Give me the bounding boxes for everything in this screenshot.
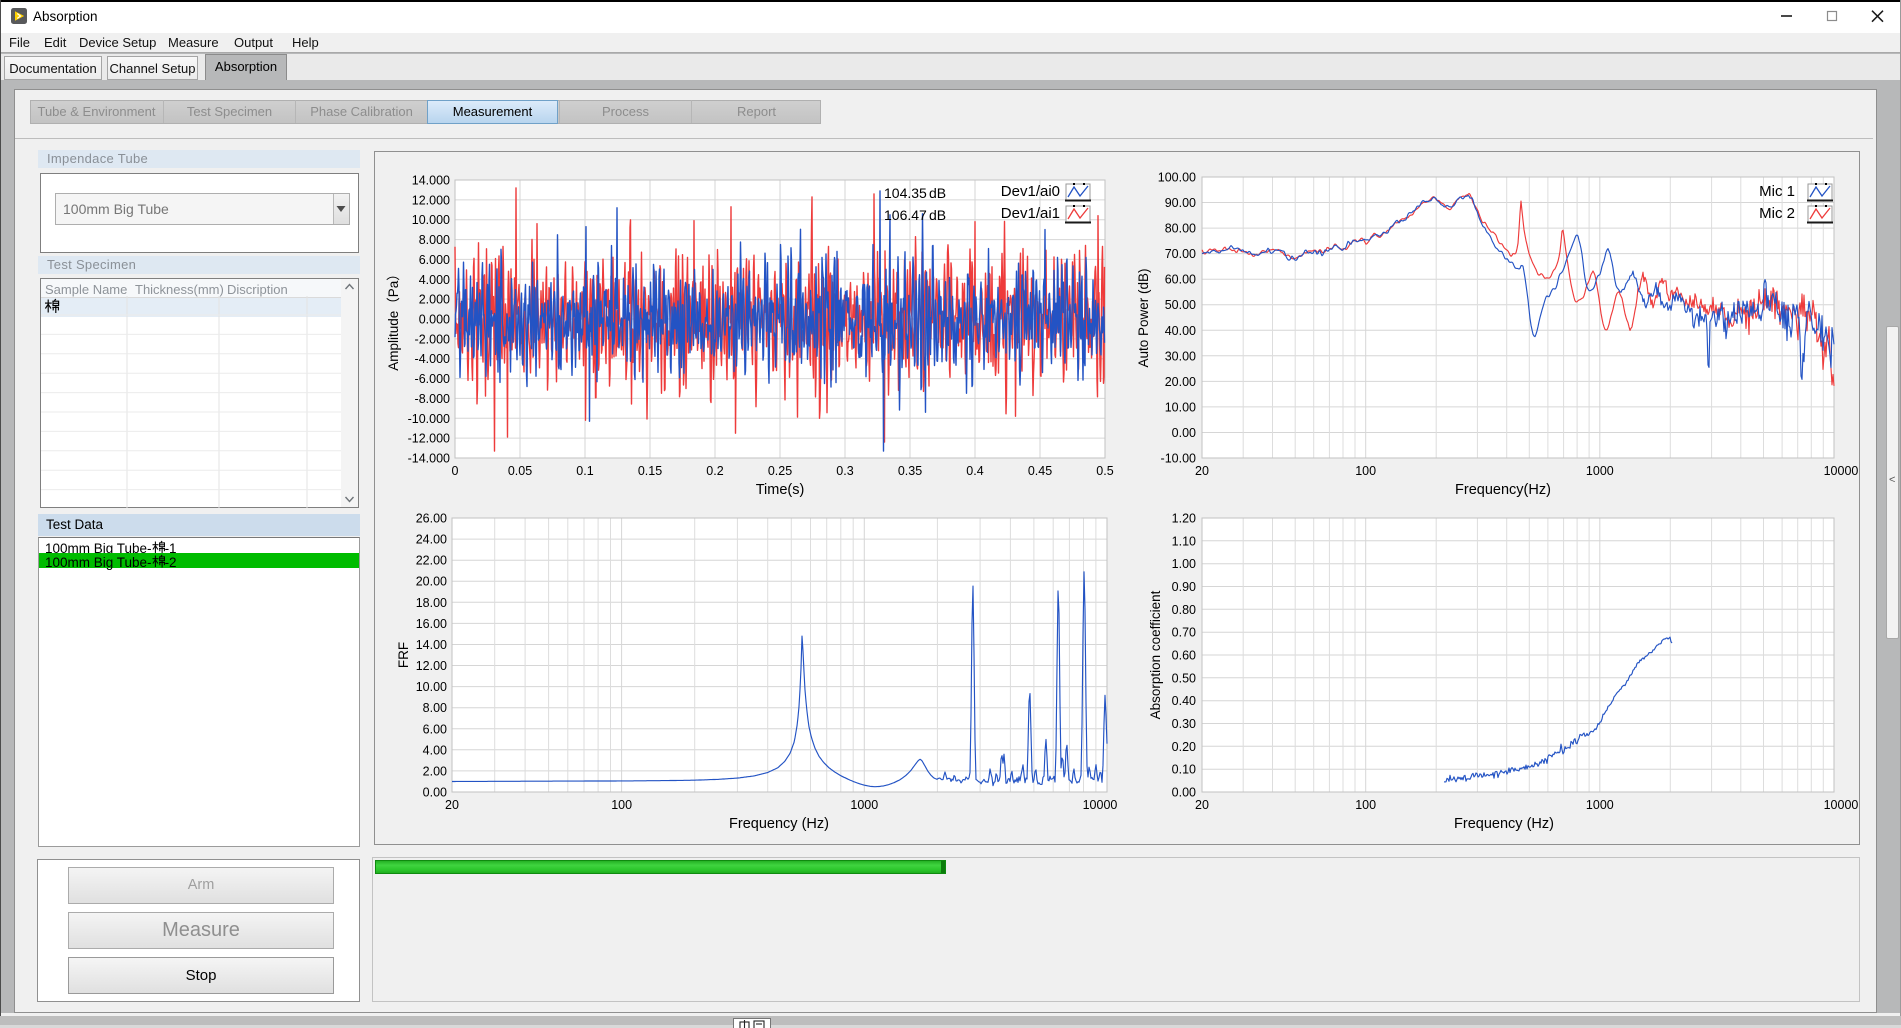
svg-text:50.00: 50.00 — [1165, 298, 1196, 312]
svg-text:0.90: 0.90 — [1172, 580, 1196, 594]
svg-text:0.5: 0.5 — [1096, 464, 1113, 478]
svg-text:20: 20 — [445, 798, 459, 812]
svg-text:18.00: 18.00 — [416, 596, 447, 610]
svg-text:-6.000: -6.000 — [415, 372, 450, 386]
svg-text:10000: 10000 — [1824, 798, 1859, 812]
svg-text:1000: 1000 — [1586, 464, 1614, 478]
svg-text:1000: 1000 — [1586, 798, 1614, 812]
svg-text:6.000: 6.000 — [419, 253, 450, 267]
svg-text:1.00: 1.00 — [1172, 557, 1196, 571]
svg-text:12.00: 12.00 — [416, 659, 447, 673]
svg-text:0.25: 0.25 — [768, 464, 792, 478]
svg-text:0.80: 0.80 — [1172, 603, 1196, 617]
svg-text:6.00: 6.00 — [423, 722, 447, 736]
svg-text:Dev1/ai1: Dev1/ai1 — [1001, 205, 1060, 222]
svg-text:16.00: 16.00 — [416, 617, 447, 631]
svg-text:0.45: 0.45 — [1028, 464, 1052, 478]
svg-text:Frequency(Hz): Frequency(Hz) — [1455, 482, 1551, 498]
svg-text:0.00: 0.00 — [423, 786, 447, 800]
svg-text:0.00: 0.00 — [1172, 786, 1196, 800]
svg-text:Auto Power (dB): Auto Power (dB) — [1136, 268, 1151, 367]
svg-text:dB: dB — [929, 185, 946, 201]
svg-text:106.47: 106.47 — [884, 207, 927, 223]
svg-text:0.20: 0.20 — [1172, 740, 1196, 754]
svg-text:60.00: 60.00 — [1165, 273, 1196, 287]
svg-text:0.2: 0.2 — [706, 464, 723, 478]
svg-text:Mic 2: Mic 2 — [1759, 205, 1795, 222]
svg-text:4.000: 4.000 — [419, 273, 450, 287]
svg-text:1000: 1000 — [850, 798, 878, 812]
svg-text:10000: 10000 — [1083, 798, 1118, 812]
svg-text:20.00: 20.00 — [1165, 375, 1196, 389]
svg-text:-8.000: -8.000 — [415, 392, 450, 406]
svg-text:Dev1/ai0: Dev1/ai0 — [1001, 183, 1060, 200]
svg-text:20: 20 — [1195, 464, 1209, 478]
svg-text:1.20: 1.20 — [1172, 512, 1196, 526]
svg-text:0.40: 0.40 — [1172, 694, 1196, 708]
svg-text:22.00: 22.00 — [416, 554, 447, 568]
svg-text:100.00: 100.00 — [1158, 171, 1196, 185]
svg-text:-12.000: -12.000 — [408, 432, 450, 446]
svg-text:0.1: 0.1 — [576, 464, 593, 478]
svg-text:1.10: 1.10 — [1172, 534, 1196, 548]
svg-text:0.00: 0.00 — [1172, 426, 1196, 440]
svg-text:100: 100 — [1355, 464, 1376, 478]
svg-text:8.000: 8.000 — [419, 233, 450, 247]
svg-text:90.00: 90.00 — [1165, 196, 1196, 210]
svg-text:0: 0 — [452, 464, 459, 478]
svg-text:40.00: 40.00 — [1165, 324, 1196, 338]
svg-text:20: 20 — [1195, 798, 1209, 812]
svg-text:100: 100 — [1355, 798, 1376, 812]
svg-text:10.00: 10.00 — [1165, 400, 1196, 414]
svg-text:0.05: 0.05 — [508, 464, 532, 478]
svg-text:0.35: 0.35 — [898, 464, 922, 478]
svg-text:0.4: 0.4 — [966, 464, 983, 478]
svg-text:Absorption coefficient: Absorption coefficient — [1148, 590, 1163, 719]
svg-text:26.00: 26.00 — [416, 512, 447, 526]
svg-text:80.00: 80.00 — [1165, 222, 1196, 236]
svg-text:100: 100 — [611, 798, 632, 812]
svg-text:30.00: 30.00 — [1165, 349, 1196, 363]
svg-text:10.000: 10.000 — [412, 213, 450, 227]
svg-text:Mic 1: Mic 1 — [1759, 183, 1795, 200]
svg-text:104.35: 104.35 — [884, 185, 927, 201]
svg-text:2.000: 2.000 — [419, 293, 450, 307]
svg-text:14.00: 14.00 — [416, 638, 447, 652]
svg-text:-2.000: -2.000 — [415, 332, 450, 346]
svg-text:-4.000: -4.000 — [415, 352, 450, 366]
svg-text:20.00: 20.00 — [416, 575, 447, 589]
svg-text:0.70: 0.70 — [1172, 626, 1196, 640]
svg-text:0.3: 0.3 — [836, 464, 853, 478]
svg-text:0.15: 0.15 — [638, 464, 662, 478]
svg-text:-10.000: -10.000 — [408, 412, 450, 426]
svg-text:0.60: 0.60 — [1172, 649, 1196, 663]
svg-text:0.10: 0.10 — [1172, 763, 1196, 777]
svg-text:-14.000: -14.000 — [408, 452, 450, 466]
svg-text:2.00: 2.00 — [423, 764, 447, 778]
svg-text:Frequency (Hz): Frequency (Hz) — [729, 816, 829, 832]
svg-text:0.30: 0.30 — [1172, 717, 1196, 731]
svg-text:8.00: 8.00 — [423, 701, 447, 715]
svg-text:10.00: 10.00 — [416, 680, 447, 694]
svg-text:70.00: 70.00 — [1165, 247, 1196, 261]
svg-text:12.000: 12.000 — [412, 193, 450, 207]
svg-text:14.000: 14.000 — [412, 174, 450, 188]
svg-text:Frequency (Hz): Frequency (Hz) — [1454, 816, 1554, 832]
svg-text:dB: dB — [929, 207, 946, 223]
svg-text:Amplitude（Pa）: Amplitude（Pa） — [386, 267, 401, 371]
svg-text:-10.00: -10.00 — [1161, 452, 1196, 466]
svg-text:4.00: 4.00 — [423, 743, 447, 757]
svg-text:Time(s): Time(s) — [756, 482, 805, 498]
svg-text:0.000: 0.000 — [419, 313, 450, 327]
svg-text:24.00: 24.00 — [416, 533, 447, 547]
svg-text:0.50: 0.50 — [1172, 671, 1196, 685]
svg-text:10000: 10000 — [1824, 464, 1859, 478]
svg-text:FRF: FRF — [396, 642, 411, 668]
